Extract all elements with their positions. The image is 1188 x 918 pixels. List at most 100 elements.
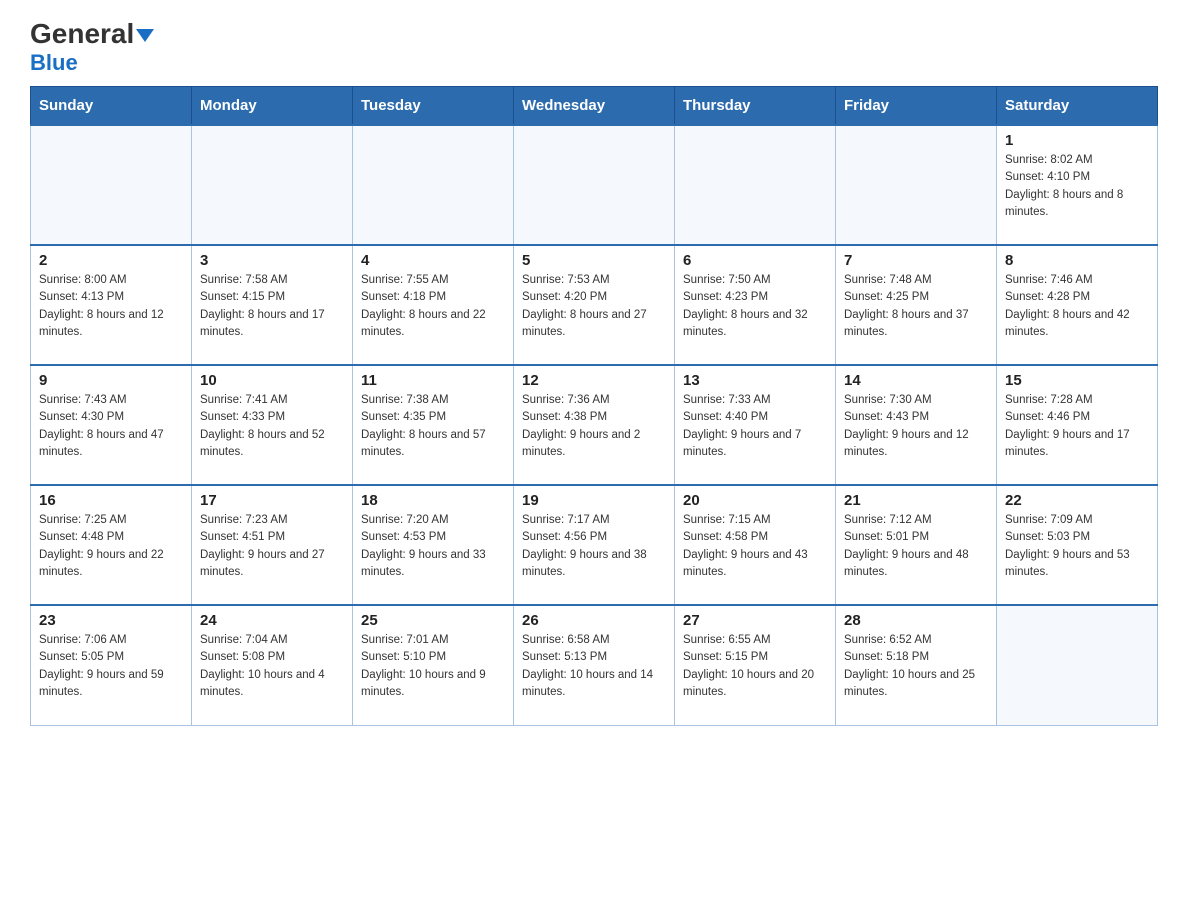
logo-general: General [30,18,134,49]
day-number: 25 [361,612,505,629]
calendar-day-cell: 13 Sunrise: 7:33 AMSunset: 4:40 PMDayligh… [675,365,836,485]
calendar-day-cell [836,125,997,245]
calendar-day-cell: 17 Sunrise: 7:23 AMSunset: 4:51 PMDayligh… [192,485,353,605]
calendar-day-cell: 2Sunrise: 8:00 AMSunset: 4:13 PMDaylight… [31,245,192,365]
day-of-week-header: Friday [836,87,997,126]
day-info: Sunrise: 7:50 AMSunset: 4:23 PMDaylight:… [683,272,827,341]
day-of-week-header: Thursday [675,87,836,126]
calendar-day-cell: 1Sunrise: 8:02 AMSunset: 4:10 PMDaylight… [997,125,1158,245]
day-number: 9 [39,372,183,389]
day-number: 28 [844,612,988,629]
day-number: 4 [361,252,505,269]
calendar-day-cell: 27 Sunrise: 6:55 AMSunset: 5:15 PMDayligh… [675,605,836,725]
day-number: 17 [200,492,344,509]
day-of-week-header: Saturday [997,87,1158,126]
calendar-day-cell: 11 Sunrise: 7:38 AMSunset: 4:35 PMDayligh… [353,365,514,485]
day-info: Sunrise: 7:04 AMSunset: 5:08 PMDaylight:… [200,632,344,701]
calendar-day-cell: 25 Sunrise: 7:01 AMSunset: 5:10 PMDayligh… [353,605,514,725]
logo: General Blue [30,20,154,76]
day-number: 13 [683,372,827,389]
day-info: Sunrise: 7:30 AMSunset: 4:43 PMDaylight:… [844,392,988,461]
calendar-week-row: 2Sunrise: 8:00 AMSunset: 4:13 PMDaylight… [31,245,1158,365]
day-number: 10 [200,372,344,389]
calendar-day-cell: 26Sunrise: 6:58 AMSunset: 5:13 PMDayligh… [514,605,675,725]
day-number: 6 [683,252,827,269]
page-header: General Blue [30,20,1158,76]
day-info: Sunrise: 7:28 AMSunset: 4:46 PMDaylight:… [1005,392,1149,461]
calendar-day-cell: 15Sunrise: 7:28 AMSunset: 4:46 PMDayligh… [997,365,1158,485]
day-number: 11 [361,372,505,389]
calendar-week-row: 1Sunrise: 8:02 AMSunset: 4:10 PMDaylight… [31,125,1158,245]
calendar-header-row: SundayMondayTuesdayWednesdayThursdayFrid… [31,87,1158,126]
calendar-week-row: 23 Sunrise: 7:06 AMSunset: 5:05 PMDayligh… [31,605,1158,725]
day-info: Sunrise: 7:09 AMSunset: 5:03 PMDaylight:… [1005,512,1149,581]
day-info: Sunrise: 7:06 AMSunset: 5:05 PMDaylight:… [39,632,183,701]
day-number: 27 [683,612,827,629]
day-of-week-header: Sunday [31,87,192,126]
day-info: Sunrise: 7:58 AMSunset: 4:15 PMDaylight:… [200,272,344,341]
day-info: Sunrise: 7:53 AMSunset: 4:20 PMDaylight:… [522,272,666,341]
logo-arrow-icon [136,29,154,42]
calendar-day-cell: 3 Sunrise: 7:58 AMSunset: 4:15 PMDaylight… [192,245,353,365]
day-number: 3 [200,252,344,269]
calendar-day-cell: 12Sunrise: 7:36 AMSunset: 4:38 PMDayligh… [514,365,675,485]
day-info: Sunrise: 7:38 AMSunset: 4:35 PMDaylight:… [361,392,505,461]
day-info: Sunrise: 7:20 AMSunset: 4:53 PMDaylight:… [361,512,505,581]
day-of-week-header: Tuesday [353,87,514,126]
day-number: 20 [683,492,827,509]
day-info: Sunrise: 7:46 AMSunset: 4:28 PMDaylight:… [1005,272,1149,341]
calendar-day-cell: 22 Sunrise: 7:09 AMSunset: 5:03 PMDayligh… [997,485,1158,605]
day-number: 18 [361,492,505,509]
day-number: 23 [39,612,183,629]
day-info: Sunrise: 7:41 AMSunset: 4:33 PMDaylight:… [200,392,344,461]
day-number: 26 [522,612,666,629]
day-info: Sunrise: 7:43 AMSunset: 4:30 PMDaylight:… [39,392,183,461]
calendar-week-row: 9 Sunrise: 7:43 AMSunset: 4:30 PMDaylight… [31,365,1158,485]
calendar-day-cell: 9 Sunrise: 7:43 AMSunset: 4:30 PMDaylight… [31,365,192,485]
day-number: 8 [1005,252,1149,269]
day-number: 19 [522,492,666,509]
logo-blue: Blue [30,50,78,76]
calendar-day-cell [353,125,514,245]
day-number: 2 [39,252,183,269]
calendar-week-row: 16 Sunrise: 7:25 AMSunset: 4:48 PMDayligh… [31,485,1158,605]
calendar-day-cell: 6 Sunrise: 7:50 AMSunset: 4:23 PMDaylight… [675,245,836,365]
calendar-day-cell: 23 Sunrise: 7:06 AMSunset: 5:05 PMDayligh… [31,605,192,725]
day-info: Sunrise: 7:12 AMSunset: 5:01 PMDaylight:… [844,512,988,581]
day-number: 24 [200,612,344,629]
day-info: Sunrise: 7:36 AMSunset: 4:38 PMDaylight:… [522,392,666,461]
day-number: 5 [522,252,666,269]
day-info: Sunrise: 7:25 AMSunset: 4:48 PMDaylight:… [39,512,183,581]
calendar-day-cell [192,125,353,245]
calendar-day-cell: 20 Sunrise: 7:15 AMSunset: 4:58 PMDayligh… [675,485,836,605]
day-info: Sunrise: 7:55 AMSunset: 4:18 PMDaylight:… [361,272,505,341]
day-info: Sunrise: 8:02 AMSunset: 4:10 PMDaylight:… [1005,152,1149,221]
calendar-day-cell [997,605,1158,725]
calendar-day-cell [31,125,192,245]
logo-text: General [30,20,154,48]
day-number: 16 [39,492,183,509]
calendar-day-cell [675,125,836,245]
day-number: 14 [844,372,988,389]
day-info: Sunrise: 7:15 AMSunset: 4:58 PMDaylight:… [683,512,827,581]
calendar-day-cell: 5 Sunrise: 7:53 AMSunset: 4:20 PMDaylight… [514,245,675,365]
calendar-day-cell: 21Sunrise: 7:12 AMSunset: 5:01 PMDayligh… [836,485,997,605]
day-of-week-header: Monday [192,87,353,126]
calendar-day-cell: 24 Sunrise: 7:04 AMSunset: 5:08 PMDayligh… [192,605,353,725]
calendar-day-cell: 8 Sunrise: 7:46 AMSunset: 4:28 PMDaylight… [997,245,1158,365]
day-of-week-header: Wednesday [514,87,675,126]
calendar-day-cell: 7Sunrise: 7:48 AMSunset: 4:25 PMDaylight… [836,245,997,365]
calendar-day-cell: 4 Sunrise: 7:55 AMSunset: 4:18 PMDaylight… [353,245,514,365]
day-info: Sunrise: 7:48 AMSunset: 4:25 PMDaylight:… [844,272,988,341]
calendar-day-cell: 28Sunrise: 6:52 AMSunset: 5:18 PMDayligh… [836,605,997,725]
calendar-day-cell: 18 Sunrise: 7:20 AMSunset: 4:53 PMDayligh… [353,485,514,605]
day-number: 22 [1005,492,1149,509]
day-info: Sunrise: 7:33 AMSunset: 4:40 PMDaylight:… [683,392,827,461]
day-info: Sunrise: 7:23 AMSunset: 4:51 PMDaylight:… [200,512,344,581]
day-info: Sunrise: 7:01 AMSunset: 5:10 PMDaylight:… [361,632,505,701]
calendar-day-cell: 16 Sunrise: 7:25 AMSunset: 4:48 PMDayligh… [31,485,192,605]
calendar-day-cell: 14 Sunrise: 7:30 AMSunset: 4:43 PMDayligh… [836,365,997,485]
day-info: Sunrise: 7:17 AMSunset: 4:56 PMDaylight:… [522,512,666,581]
day-info: Sunrise: 6:55 AMSunset: 5:15 PMDaylight:… [683,632,827,701]
calendar-day-cell [514,125,675,245]
